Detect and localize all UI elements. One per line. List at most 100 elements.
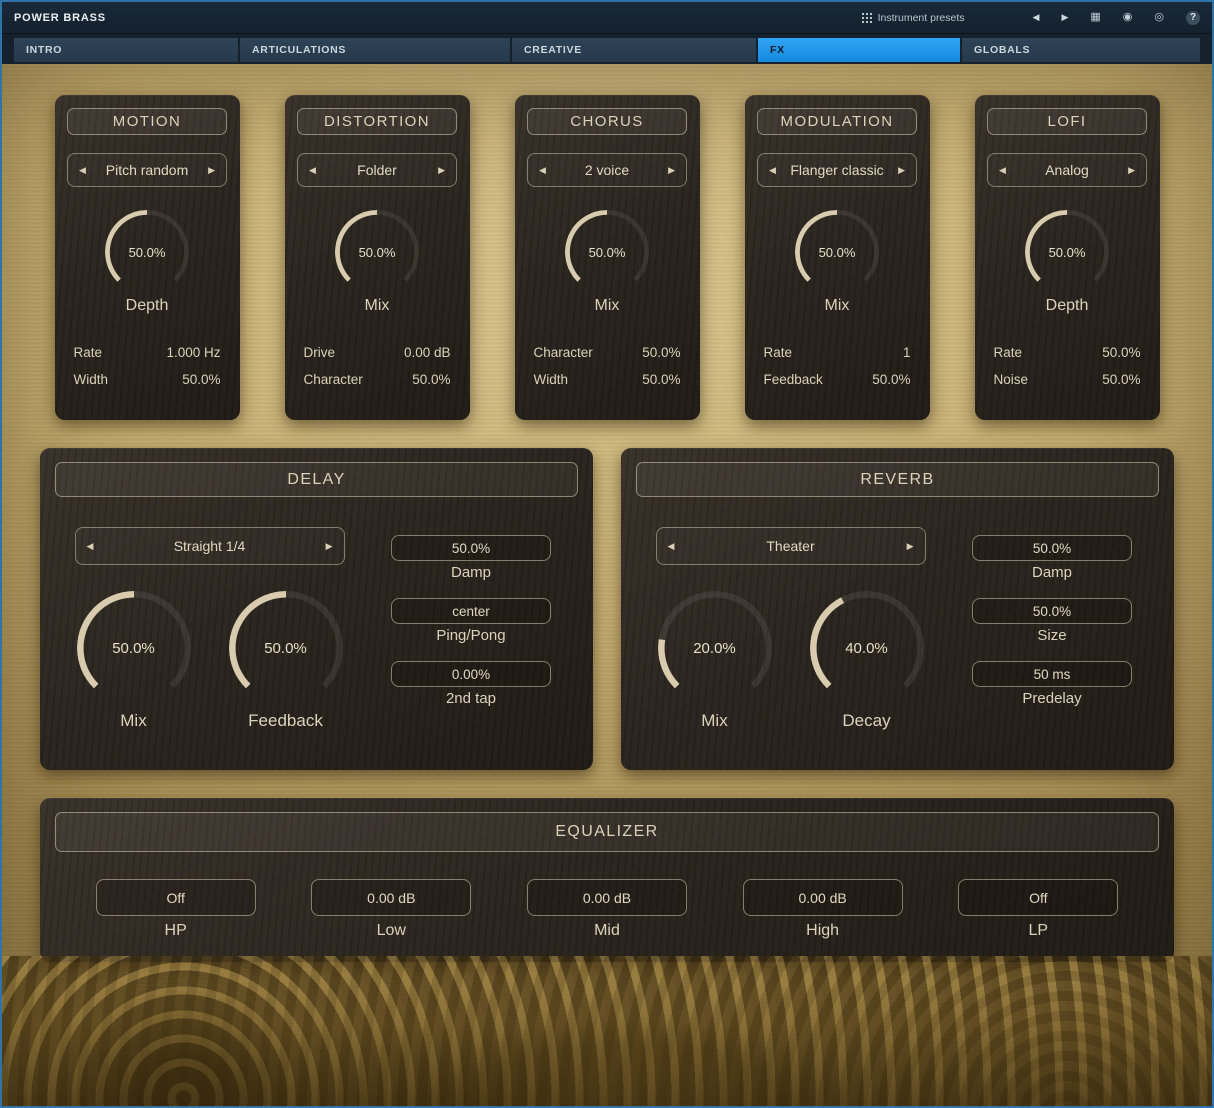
reverb-controls: ◀ Theater ▶ 20.0% Mix [621,527,960,731]
knob-label: Mix [825,297,850,315]
eq-high-field[interactable]: 0.00 dB [743,879,903,916]
distortion-mode-selector[interactable]: ◀ Folder ▶ [297,153,457,187]
param-row: Width 50.0% [534,366,681,393]
field-label: Damp [391,564,551,581]
right-arrow-icon[interactable]: ▶ [907,541,914,552]
delay-panel: DELAY ◀ Straight 1/4 ▶ 50.0% [40,448,593,770]
grid-icon[interactable]: ▦ [1090,12,1100,23]
distortion-mix-knob[interactable]: 50.0% [335,210,419,294]
knob-value: 50.0% [229,591,343,705]
field-label: Low [377,922,406,940]
modulation-mix-knob[interactable]: 50.0% [795,210,879,294]
left-arrow-icon[interactable]: ◀ [79,165,86,176]
delay-mix-knob[interactable]: 50.0% [77,591,191,705]
param-value[interactable]: 50.0% [642,372,680,387]
tab-globals[interactable]: GLOBALS [962,38,1200,62]
right-arrow-icon[interactable]: ▶ [208,165,215,176]
reverb-mix-knob[interactable]: 20.0% [658,591,772,705]
left-arrow-icon[interactable]: ◀ [87,541,94,552]
param-value[interactable]: 50.0% [412,372,450,387]
chorus-panel-title: CHORUS [527,108,687,135]
instrument-presets-button[interactable]: Instrument presets [861,12,965,24]
left-arrow-icon[interactable]: ◀ [769,165,776,176]
lofi-mode-selector[interactable]: ◀ Analog ▶ [987,153,1147,187]
left-arrow-icon[interactable]: ◀ [999,165,1006,176]
eq-lp-field[interactable]: Off [958,879,1118,916]
param-value[interactable]: 0.00 dB [404,345,451,360]
next-preset-icon[interactable]: ▶ [1061,13,1068,22]
param-value[interactable]: 50.0% [642,345,680,360]
param-name: Rate [764,345,793,360]
motion-depth-knob[interactable]: 50.0% [105,210,189,294]
param-name: Drive [304,345,336,360]
field-label: Size [972,627,1132,644]
field-label: Mid [594,922,620,940]
eye-icon[interactable]: ◎ [1154,12,1164,23]
lofi-depth-knob[interactable]: 50.0% [1025,210,1109,294]
right-arrow-icon[interactable]: ▶ [668,165,675,176]
left-arrow-icon[interactable]: ◀ [309,165,316,176]
delay-damp-field[interactable]: 50.0% [391,535,551,561]
param-value[interactable]: 1.000 Hz [166,345,220,360]
reverb-damp-group: 50.0% Damp [972,535,1132,581]
delay-feedback-unit: 50.0% Feedback [229,591,343,731]
knob-label: Decay [842,711,890,731]
distortion-mode-value: Folder [357,162,397,178]
prev-preset-icon[interactable]: ◀ [1033,13,1040,22]
right-arrow-icon[interactable]: ▶ [898,165,905,176]
param-name: Feedback [764,372,823,387]
delay-feedback-knob[interactable]: 50.0% [229,591,343,705]
reverb-damp-field[interactable]: 50.0% [972,535,1132,561]
left-arrow-icon[interactable]: ◀ [539,165,546,176]
reverb-size-group: 50.0% Size [972,598,1132,644]
reverb-size-field[interactable]: 50.0% [972,598,1132,624]
modulation-mode-selector[interactable]: ◀ Flanger classic ▶ [757,153,917,187]
distortion-panel-title: DISTORTION [297,108,457,135]
tab-fx[interactable]: FX [758,38,960,62]
chorus-mix-knob[interactable]: 50.0% [565,210,649,294]
reverb-type-value: Theater [766,538,814,554]
left-arrow-icon[interactable]: ◀ [668,541,675,552]
reverb-type-selector[interactable]: ◀ Theater ▶ [656,527,926,565]
eq-lp-band: Off LP [958,879,1118,940]
right-arrow-icon[interactable]: ▶ [438,165,445,176]
param-value[interactable]: 50.0% [1102,372,1140,387]
eq-low-field[interactable]: 0.00 dB [311,879,471,916]
dot-circle-icon[interactable]: ◉ [1123,12,1133,23]
right-arrow-icon[interactable]: ▶ [326,541,333,552]
knob-label: Mix [365,297,390,315]
eq-mid-band: 0.00 dB Mid [527,879,687,940]
chorus-mode-selector[interactable]: ◀ 2 voice ▶ [527,153,687,187]
chorus-mode-value: 2 voice [585,162,629,178]
reverb-decay-knob[interactable]: 40.0% [810,591,924,705]
tab-bar: INTRO ARTICULATIONS CREATIVE FX GLOBALS [2,34,1212,64]
param-value[interactable]: 50.0% [872,372,910,387]
tab-intro[interactable]: INTRO [14,38,238,62]
tab-creative[interactable]: CREATIVE [512,38,756,62]
param-value[interactable]: 50.0% [1102,345,1140,360]
param-row: Rate 50.0% [994,339,1141,366]
delay-2ndtap-group: 0.00% 2nd tap [391,661,551,707]
eq-low-band: 0.00 dB Low [311,879,471,940]
param-row: Drive 0.00 dB [304,339,451,366]
reverb-predelay-field[interactable]: 50 ms [972,661,1132,687]
delay-time-selector[interactable]: ◀ Straight 1/4 ▶ [75,527,345,565]
delay-2ndtap-field[interactable]: 0.00% [391,661,551,687]
motion-mode-selector[interactable]: ◀ Pitch random ▶ [67,153,227,187]
knob-value: 50.0% [565,210,649,294]
presets-label: Instrument presets [878,12,965,24]
eq-hp-field[interactable]: Off [96,879,256,916]
help-icon[interactable]: ? [1186,11,1200,25]
delay-pingpong-field[interactable]: center [391,598,551,624]
plugin-window: POWER BRASS Instrument presets ◀ ▶ ▦ ◉ ◎… [0,0,1214,1108]
tab-articulations[interactable]: ARTICULATIONS [240,38,510,62]
param-value[interactable]: 1 [903,345,911,360]
eq-mid-field[interactable]: 0.00 dB [527,879,687,916]
equalizer-bands: Off HP 0.00 dB Low 0.00 dB Mid 0.00 dB H… [40,879,1174,940]
equalizer-panel: EQUALIZER Off HP 0.00 dB Low 0.00 dB Mid… [40,798,1174,962]
right-arrow-icon[interactable]: ▶ [1128,165,1135,176]
knob-label: Mix [701,711,727,731]
param-value[interactable]: 50.0% [182,372,220,387]
delay-time-value: Straight 1/4 [174,538,246,554]
delay-pingpong-group: center Ping/Pong [391,598,551,644]
